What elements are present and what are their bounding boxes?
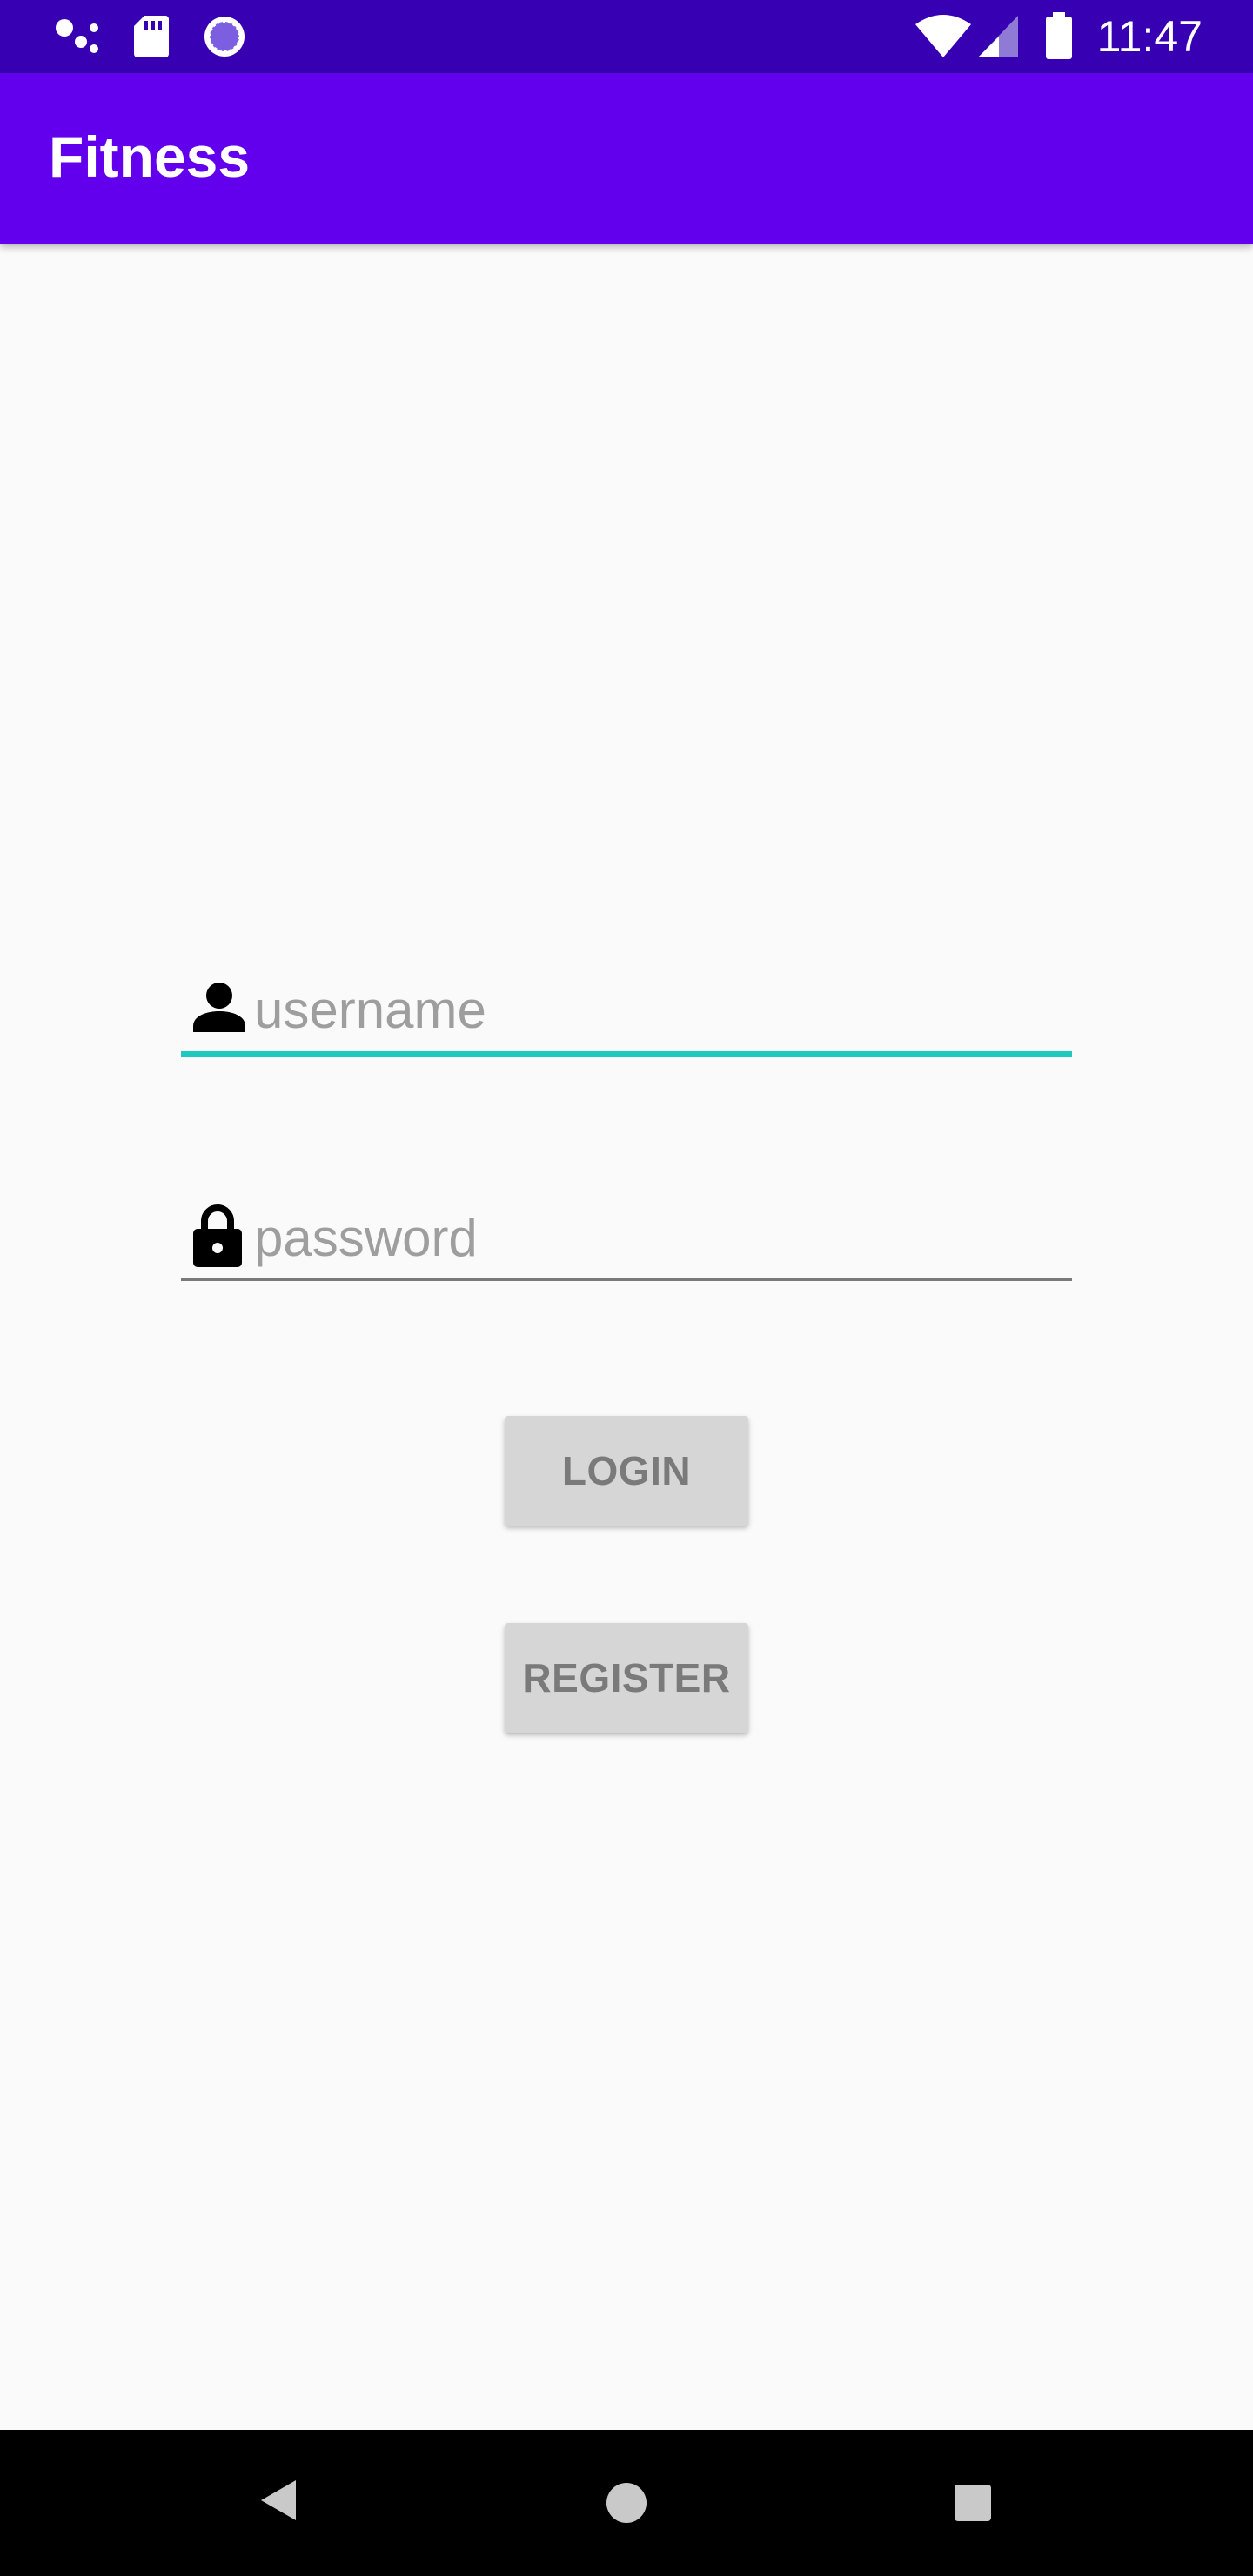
recents-icon[interactable] bbox=[954, 2484, 992, 2526]
app-title: Fitness bbox=[49, 124, 251, 189]
status-time: 11:47 bbox=[1096, 12, 1203, 61]
password-input[interactable] bbox=[254, 1194, 1055, 1281]
lock-icon bbox=[193, 1204, 242, 1267]
person-icon bbox=[193, 983, 245, 1032]
register-button[interactable]: REGISTER bbox=[505, 1623, 748, 1733]
battery-icon bbox=[1046, 12, 1072, 59]
sync-circle-icon bbox=[204, 17, 245, 57]
username-input[interactable] bbox=[254, 966, 1055, 1053]
wifi-icon bbox=[915, 15, 971, 57]
app-bar: Fitness bbox=[0, 73, 1253, 244]
password-field[interactable] bbox=[181, 1194, 1072, 1281]
status-bar: 11:47 bbox=[0, 0, 1253, 73]
navigation-bar bbox=[0, 2430, 1253, 2576]
cell-signal-icon bbox=[978, 16, 1018, 57]
assistant-dots-icon bbox=[56, 19, 98, 53]
login-button[interactable]: LOGIN bbox=[505, 1416, 748, 1526]
username-underline bbox=[181, 1051, 1072, 1057]
username-field[interactable] bbox=[181, 966, 1072, 1057]
back-icon[interactable] bbox=[259, 2479, 298, 2526]
home-icon[interactable] bbox=[606, 2482, 647, 2528]
password-underline bbox=[181, 1278, 1072, 1281]
sd-card-icon bbox=[134, 16, 169, 57]
